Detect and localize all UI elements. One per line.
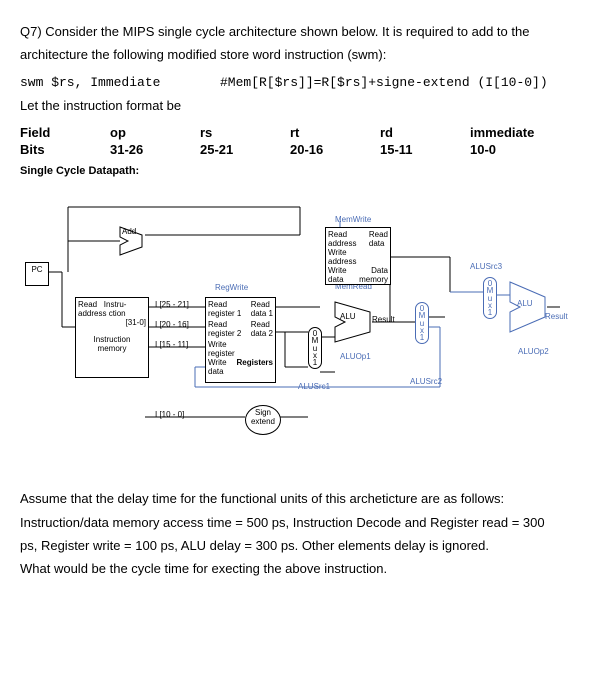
wire-10-0: I [10 - 0] xyxy=(155,410,184,419)
alusrc1-label: ALUSrc1 xyxy=(298,382,330,391)
q-num: Q7) xyxy=(20,24,42,39)
sign-extend: Signextend xyxy=(245,405,281,435)
bl2: Instruction/data memory access time = 50… xyxy=(20,515,545,530)
h1: op xyxy=(110,125,200,140)
format-header-row: Field op rs rt rd immediate xyxy=(20,125,575,140)
b2: 25-21 xyxy=(200,142,290,157)
instruction-line: swm $rs, Immediate #Mem[R[$rs]]=R[$rs]+s… xyxy=(20,75,575,90)
h3: rt xyxy=(290,125,380,140)
alu2-label: ALU xyxy=(517,299,533,308)
diagram-title: Single Cycle Datapath: xyxy=(20,165,575,177)
h0: Field xyxy=(20,125,110,140)
bl1: Assume that the delay time for the funct… xyxy=(20,491,504,506)
mux-alusrc2: 0Mux1 xyxy=(415,302,429,344)
format-table: Field op rs rt rd immediate Bits 31-26 2… xyxy=(20,125,575,157)
bl3: ps, Register write = 100 ps, ALU delay =… xyxy=(20,538,489,553)
wire-20-16: I [20 - 16] xyxy=(155,320,189,329)
result2-label: Result xyxy=(545,312,568,321)
instr-memory: Read Instru- address ction [31-0] Instru… xyxy=(75,297,149,378)
aluop2-label: ALUOp2 xyxy=(518,347,549,356)
format-intro: Let the instruction format be xyxy=(20,94,575,117)
h4: rd xyxy=(380,125,470,140)
bottom-text: Assume that the delay time for the funct… xyxy=(20,487,575,581)
alusrc2-label: ALUSrc2 xyxy=(410,377,442,386)
wire-15-11: I [15 - 11] xyxy=(155,340,188,349)
pc-box: PC xyxy=(25,262,49,286)
b5: 10-0 xyxy=(470,142,560,157)
instr-left: swm $rs, Immediate xyxy=(20,75,220,90)
b3: 20-16 xyxy=(290,142,380,157)
alu1-label: ALU xyxy=(340,312,356,321)
b4: 15-11 xyxy=(380,142,470,157)
add-label: Add xyxy=(122,227,136,236)
data-memory: ReadaddressReaddata Writeaddress Writeda… xyxy=(325,227,391,285)
aluop1-label: ALUOp1 xyxy=(340,352,371,361)
question-text: Q7) Consider the MIPS single cycle archi… xyxy=(20,20,575,67)
format-bits-row: Bits 31-26 25-21 20-16 15-11 10-0 xyxy=(20,142,575,157)
datapath-diagram: PC Add Read Instru- address ction [31-0]… xyxy=(20,187,560,467)
q-l2: architecture the following modified stor… xyxy=(20,47,386,62)
mux-alusrc3: 0Mux1 xyxy=(483,277,497,319)
instr-right: #Mem[R[$rs]]=R[$rs]+signe-extend (I[10-0… xyxy=(220,75,548,90)
q-l1: Consider the MIPS single cycle architect… xyxy=(45,24,529,39)
memwrite-label: MemWrite xyxy=(335,215,371,224)
b0: Bits xyxy=(20,142,110,157)
b1: 31-26 xyxy=(110,142,200,157)
alusrc3-label: ALUSrc3 xyxy=(470,262,502,271)
result1-label: Result xyxy=(372,315,395,324)
h5: immediate xyxy=(470,125,560,140)
regwrite-label: RegWrite xyxy=(215,283,248,292)
mux-alusrc1: 0Mux1 xyxy=(308,327,322,369)
register-file: Readregister 1Readdata 1 Readregister 2R… xyxy=(205,297,276,383)
wire-25-21: I [25 - 21] xyxy=(155,300,189,309)
h2: rs xyxy=(200,125,290,140)
bl4: What would be the cycle time for exectin… xyxy=(20,561,387,576)
